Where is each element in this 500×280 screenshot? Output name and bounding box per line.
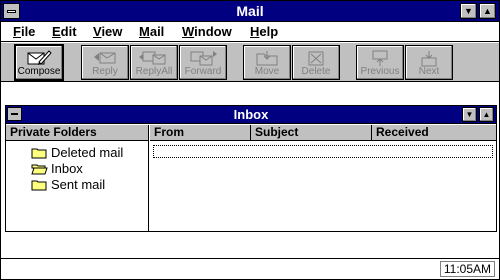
previous-button[interactable]: Previous	[356, 45, 404, 80]
menu-window-label: indow	[194, 24, 232, 39]
inbox-minimize-button[interactable]: ▼	[462, 107, 477, 122]
minimize-button[interactable]: ▼	[460, 3, 477, 19]
menu-mail[interactable]: Mail	[139, 24, 164, 39]
forward-label: Forward	[184, 66, 222, 77]
column-received[interactable]: Received	[372, 125, 496, 141]
inbox-title: Inbox	[233, 107, 269, 122]
column-from[interactable]: From	[150, 125, 251, 141]
move-button[interactable]: Move	[243, 45, 291, 80]
toolbar: Compose Reply ReplyAll Forward Move Dele…	[1, 43, 499, 82]
menu-view-label: iew	[101, 24, 123, 39]
reply-label: Reply	[92, 66, 118, 77]
menu-file-mnemonic: F	[13, 24, 21, 39]
next-button[interactable]: Next	[405, 45, 453, 80]
maximize-button[interactable]: ▲	[479, 3, 496, 19]
menu-view[interactable]: View	[93, 24, 122, 39]
reply-all-icon	[139, 51, 166, 65]
menu-help-mnemonic: H	[250, 24, 260, 39]
menu-help-label: elp	[259, 24, 279, 39]
reply-icon	[94, 52, 116, 64]
menu-edit-label: dit	[60, 24, 77, 39]
reply-all-button[interactable]: ReplyAll	[130, 45, 178, 80]
compose-icon	[27, 50, 52, 65]
compose-label: Compose	[17, 66, 61, 77]
folder-icon	[31, 180, 47, 191]
move-label: Move	[254, 66, 280, 77]
menu-window[interactable]: Window	[182, 24, 232, 39]
forward-button[interactable]: Forward	[179, 45, 227, 80]
delete-icon	[308, 51, 324, 66]
menu-edit[interactable]: Edit	[52, 24, 77, 39]
column-subject[interactable]: Subject	[251, 125, 372, 141]
status-time: 11:05AM	[439, 261, 495, 277]
forward-icon	[190, 51, 217, 66]
delete-label: Delete	[301, 66, 331, 77]
open-folder-icon	[31, 164, 48, 175]
next-icon	[421, 51, 437, 67]
move-icon	[256, 51, 278, 66]
compose-button[interactable]: Compose	[15, 45, 63, 80]
menu-help[interactable]: Help	[250, 24, 278, 39]
previous-icon	[372, 50, 388, 66]
inbox-maximize-button[interactable]: ▲	[479, 107, 494, 122]
folder-pane: Private Folders Deleted mail Inbox Sent …	[6, 125, 149, 231]
folder-deleted-mail-label: Deleted mail	[51, 145, 124, 160]
private-folders-header: Private Folders	[6, 125, 148, 141]
window-title: Mail	[236, 3, 264, 19]
reply-button[interactable]: Reply	[81, 45, 129, 80]
inbox-title-bar[interactable]: Inbox ▼ ▲	[6, 106, 496, 124]
menu-bar: File Edit View Mail Window Help	[1, 23, 499, 42]
title-bar[interactable]: Mail ▼ ▲	[1, 1, 499, 22]
reply-all-label: ReplyAll	[135, 66, 173, 77]
delete-button[interactable]: Delete	[292, 45, 340, 80]
menu-edit-mnemonic: E	[52, 24, 61, 39]
next-label: Next	[418, 66, 440, 77]
message-focus-row[interactable]	[153, 145, 493, 158]
folder-sent-mail-label: Sent mail	[51, 177, 106, 192]
folder-inbox-label: Inbox	[51, 161, 83, 176]
menu-window-mnemonic: W	[182, 24, 195, 39]
message-list: From Subject Received	[150, 125, 496, 231]
folder-icon	[31, 148, 47, 159]
menu-mail-label: ail	[149, 24, 165, 39]
inbox-window: Inbox ▼ ▲ Private Folders Deleted mail I…	[5, 105, 497, 232]
previous-label: Previous	[360, 66, 400, 77]
menu-file[interactable]: File	[13, 24, 35, 39]
mail-app-window: Mail ▼ ▲ File Edit View Mail Window Help…	[0, 0, 500, 280]
menu-file-label: ile	[20, 24, 36, 39]
status-bar: 11:05AM	[1, 258, 499, 279]
menu-mail-mnemonic: M	[139, 24, 150, 39]
